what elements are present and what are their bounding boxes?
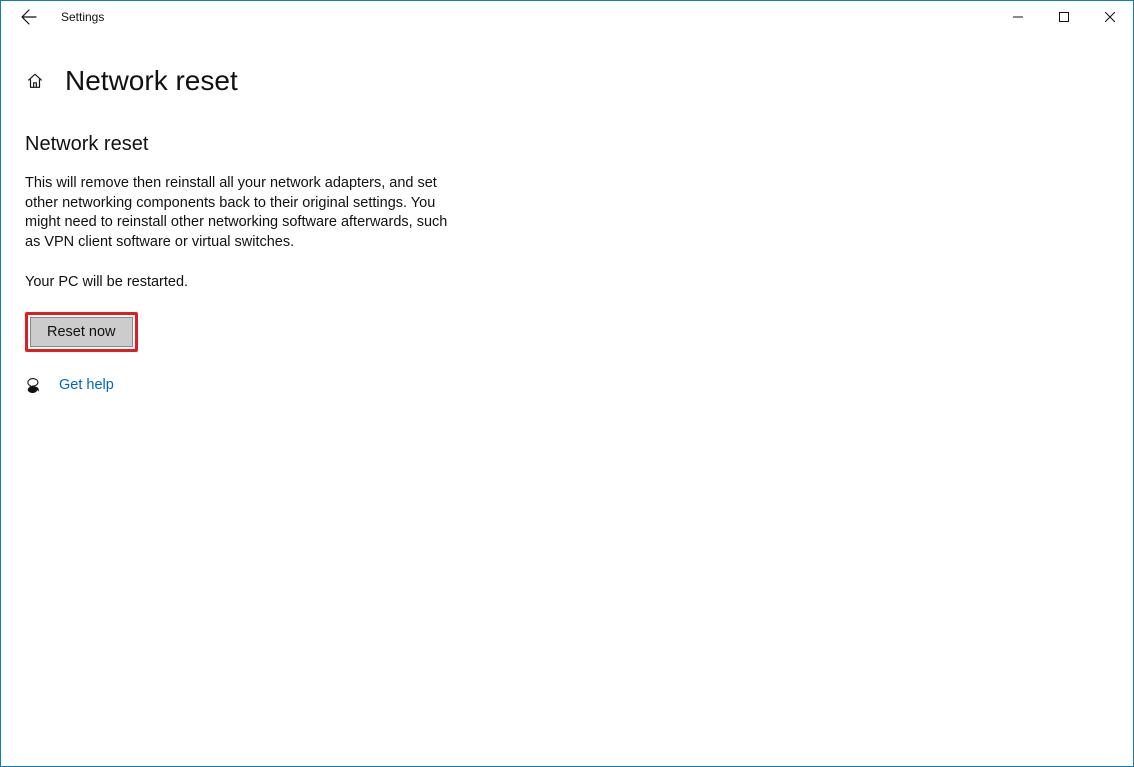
page-title: Network reset [65, 65, 238, 97]
home-icon[interactable] [25, 71, 45, 91]
page-heading-row: Network reset [25, 65, 1109, 97]
get-help-link[interactable]: Get help [59, 377, 114, 393]
back-arrow-icon [21, 9, 37, 25]
help-chat-icon [25, 376, 43, 394]
maximize-icon [1059, 12, 1069, 22]
restart-notice: Your PC will be restarted. [25, 274, 1109, 290]
close-icon [1105, 12, 1115, 22]
window-controls [995, 1, 1133, 33]
section-title: Network reset [25, 133, 1109, 156]
minimize-icon [1013, 12, 1023, 22]
maximize-button[interactable] [1041, 1, 1087, 33]
back-button[interactable] [9, 1, 49, 33]
reset-now-button[interactable]: Reset now [30, 317, 133, 347]
close-button[interactable] [1087, 1, 1133, 33]
description-text: This will remove then reinstall all your… [25, 174, 465, 252]
reset-button-highlight: Reset now [25, 312, 138, 352]
content-area: Network reset Network reset This will re… [1, 33, 1133, 394]
minimize-button[interactable] [995, 1, 1041, 33]
help-row: Get help [25, 376, 1109, 394]
house-icon [26, 72, 44, 90]
window-title: Settings [61, 10, 104, 24]
title-bar: Settings [1, 1, 1133, 33]
